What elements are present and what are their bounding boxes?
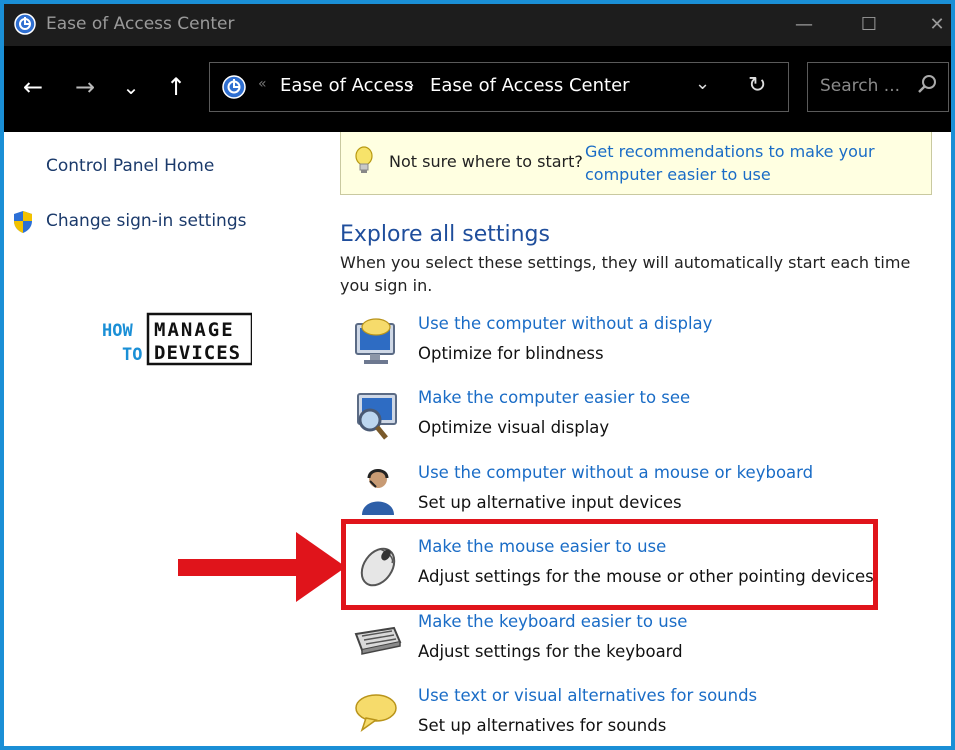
ease-of-access-icon [222,75,246,99]
speech-bubble-icon [355,694,397,732]
setting-link[interactable]: Make the computer easier to see [418,388,690,407]
svg-text:HOW: HOW [102,321,133,341]
keyboard-icon [354,626,402,655]
setting-link[interactable]: Use the computer without a mouse or keyb… [418,463,813,482]
get-recommendations-link[interactable]: Get recommendations to make your compute… [585,140,905,186]
recommendation-banner: Not sure where to start? Get recommendat… [340,132,932,195]
minimize-button[interactable]: — [789,10,819,40]
window-title: Ease of Access Center [46,14,235,34]
magnifier-monitor-icon [357,393,397,440]
setting-item-easier-to-see[interactable]: Make the computer easier to see Optimize… [350,388,910,452]
how-to-manage-devices-logo: HOW TO MANAGE DEVICES [102,312,252,366]
up-button[interactable]: ↑ [159,70,193,104]
svg-text:TO: TO [122,345,142,365]
back-button[interactable]: ← [16,70,50,104]
setting-link[interactable]: Use text or visual alternatives for soun… [418,686,757,705]
setting-item-keyboard[interactable]: Make the keyboard easier to use Adjust s… [350,612,910,676]
setting-link[interactable]: Use the computer without a display [418,314,712,333]
setting-item-no-mouse-keyboard[interactable]: Use the computer without a mouse or keyb… [350,463,910,527]
setting-description: Set up alternatives for sounds [418,716,667,735]
address-dropdown-button[interactable]: ⌄ [695,73,710,94]
title-bar: Ease of Access Center — ☐ ✕ [4,4,951,46]
setting-item-no-display[interactable]: Use the computer without a display Optim… [350,314,910,378]
ease-of-access-icon [14,13,36,35]
recommendation-question: Not sure where to start? [389,152,583,171]
red-arrow [178,532,346,602]
control-panel-home-link[interactable]: Control Panel Home [46,156,214,176]
refresh-button[interactable]: ↻ [748,73,766,98]
forward-button[interactable]: → [68,70,102,104]
change-sign-in-settings-link[interactable]: Change sign-in settings [46,211,246,231]
headset-user-icon [362,469,394,515]
recent-locations-button[interactable]: ⌄ [114,70,148,104]
maximize-button[interactable]: ☐ [854,10,884,40]
close-button[interactable]: ✕ [922,10,951,40]
breadcrumb-separator[interactable]: › [408,75,414,94]
search-icon[interactable] [916,73,938,95]
setting-description: Optimize visual display [418,418,610,437]
section-heading: Explore all settings [340,222,550,247]
setting-link[interactable]: Make the keyboard easier to use [418,612,687,631]
setting-description: Optimize for blindness [418,344,604,363]
address-bar[interactable]: « Ease of Access › Ease of Access Center… [209,62,789,112]
svg-text:MANAGE: MANAGE [154,319,235,341]
navigation-bar: ← → ⌄ ↑ « Ease of Access › Ease of Acces… [4,46,951,132]
setting-item-sound-alternatives[interactable]: Use text or visual alternatives for soun… [350,686,910,746]
breadcrumb-ease-of-access[interactable]: Ease of Access [280,75,413,96]
breadcrumb-ease-of-access-center[interactable]: Ease of Access Center [430,75,630,96]
speech-monitor-icon [355,318,395,364]
svg-text:DEVICES: DEVICES [154,342,241,364]
section-description: When you select these settings, they wil… [340,253,911,295]
breadcrumb-overflow[interactable]: « [258,76,267,92]
setting-description: Adjust settings for the keyboard [418,642,683,661]
highlight-box [341,519,878,610]
search-placeholder: Search ... [820,76,901,96]
shield-icon [14,211,32,233]
content-area: Control Panel Home Change sign-in settin… [4,132,951,746]
window: Ease of Access Center — ☐ ✕ ← → ⌄ ↑ « Ea… [4,4,951,746]
lightbulb-icon [355,146,373,173]
setting-description: Set up alternative input devices [418,493,682,512]
search-box[interactable]: Search ... [807,62,949,112]
